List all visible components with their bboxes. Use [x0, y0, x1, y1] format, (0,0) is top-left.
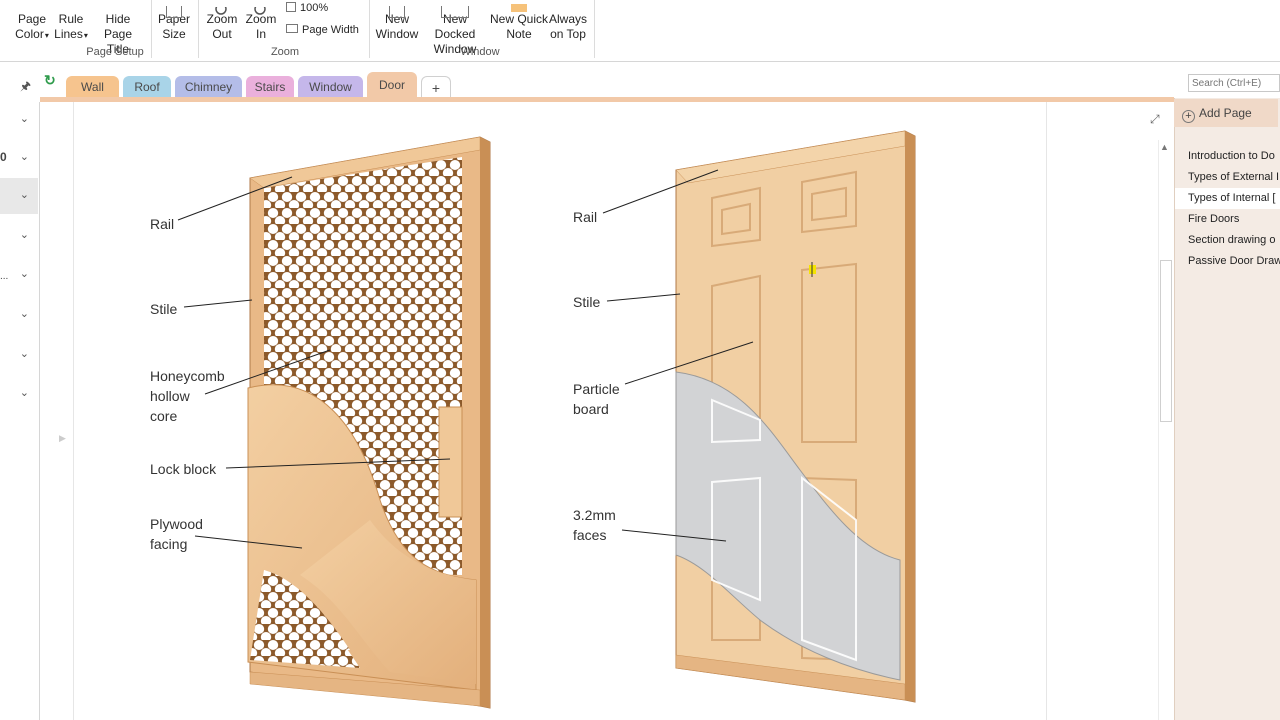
panel-door-illustration [675, 130, 916, 703]
label-rail: Rail [573, 209, 597, 225]
label-particle-2: board [573, 401, 609, 417]
page-item[interactable]: Section drawing o [1175, 230, 1280, 251]
scrollbar-thumb[interactable] [1160, 260, 1172, 422]
label-particle-1: Particle [573, 381, 620, 397]
search-input[interactable] [1188, 74, 1280, 92]
label-rail: Rail [150, 216, 174, 232]
label-honeycomb-2: hollow [150, 388, 191, 404]
label-faces-2: faces [573, 527, 606, 543]
hollow-core-door-illustration [247, 136, 491, 709]
plus-circle-icon: + [1182, 110, 1195, 123]
label-honeycomb-3: core [150, 408, 177, 424]
page-item[interactable]: Passive Door Draw [1175, 251, 1280, 272]
page-item-selected[interactable]: Types of Internal [ [1175, 188, 1280, 209]
scroll-up-icon[interactable]: ▲ [1160, 142, 1169, 152]
add-page-label: Add Page [1199, 106, 1252, 120]
label-honeycomb-1: Honeycomb [150, 368, 225, 384]
page-item[interactable]: Introduction to Do [1175, 146, 1280, 167]
label-stile: Stile [573, 294, 600, 310]
page-item[interactable]: Fire Doors [1175, 209, 1280, 230]
vertical-scrollbar[interactable] [1158, 140, 1173, 720]
page-item[interactable]: Types of External I [1175, 167, 1280, 188]
door-diagram: Rail Stile Honeycomb hollow core Lock bl… [150, 130, 916, 709]
label-plywood-2: facing [150, 536, 187, 552]
label-plywood-1: Plywood [150, 516, 203, 532]
add-page-button[interactable]: + Add Page [1174, 99, 1278, 127]
label-lock-block: Lock block [150, 461, 217, 477]
label-faces-1: 3.2mm [573, 507, 616, 523]
label-stile: Stile [150, 301, 177, 317]
